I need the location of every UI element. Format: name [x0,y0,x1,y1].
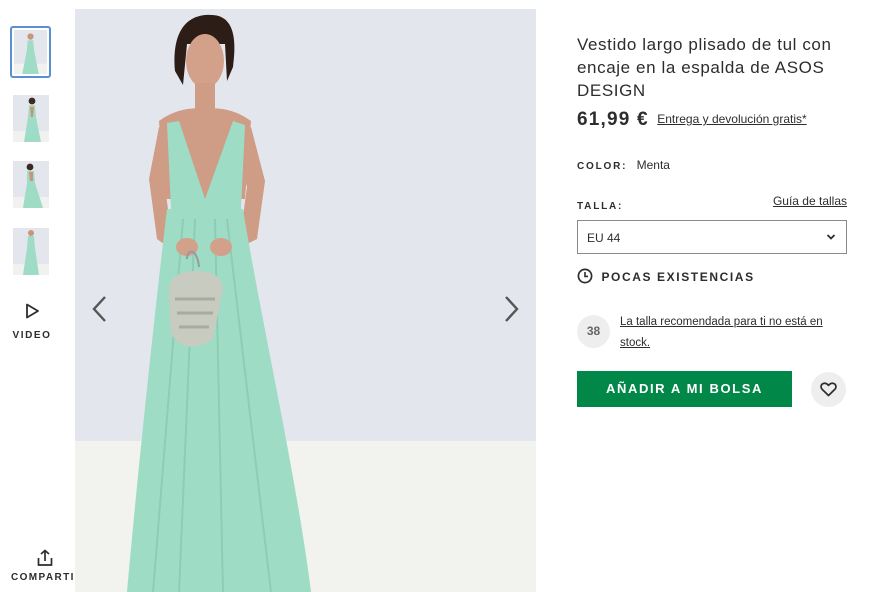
price-row: 61,99 € Entrega y devolución gratis* [577,109,849,131]
video-label: VIDEO [12,330,52,341]
size-select[interactable]: EU 44 [577,220,847,254]
save-for-later-button[interactable] [811,372,846,407]
play-icon [26,303,39,319]
add-to-bag-button[interactable]: AÑADIR A MI BOLSA [577,371,792,407]
thumbnail-back[interactable] [13,95,49,142]
product-page: VIDEO COMPARTIR Vestido largo plisado de… [0,0,879,592]
share-label: COMPARTIR [11,572,84,583]
heart-icon [820,382,837,397]
product-price: 61,99 € [577,109,649,130]
thumbnail-front[interactable] [10,26,51,78]
thumbnail-full[interactable] [13,228,49,275]
stock-status-text: POCAS EXISTENCIAS [601,270,755,284]
thumbnail-column: VIDEO COMPARTIR [0,0,82,592]
recommended-size-badge: 38 [577,315,610,348]
recommended-size-link[interactable]: La talla recomendada para ti no está en … [620,312,845,354]
share-icon [37,549,53,566]
video-button[interactable]: VIDEO [8,302,56,348]
stock-status: POCAS EXISTENCIAS [577,268,755,286]
chevron-down-icon [826,234,836,240]
product-photo [75,9,536,592]
size-row: TALLA: Guía de tallas [577,194,847,214]
product-main-image [75,9,536,592]
color-label: COLOR: [577,161,628,172]
chevron-right-icon[interactable] [498,294,524,324]
thumbnail-side[interactable] [13,161,49,208]
clock-icon [577,268,593,284]
color-value: Menta [636,158,670,172]
size-select-value: EU 44 [587,231,621,245]
share-button[interactable]: COMPARTIR [11,549,84,589]
size-guide-link[interactable]: Guía de tallas [773,194,847,208]
chevron-left-icon[interactable] [87,294,113,324]
product-title: Vestido largo plisado de tul con encaje … [577,35,832,100]
size-label: TALLA: [577,201,624,212]
color-row: COLOR: Menta [577,158,670,172]
delivery-link[interactable]: Entrega y devolución gratis* [657,112,806,126]
